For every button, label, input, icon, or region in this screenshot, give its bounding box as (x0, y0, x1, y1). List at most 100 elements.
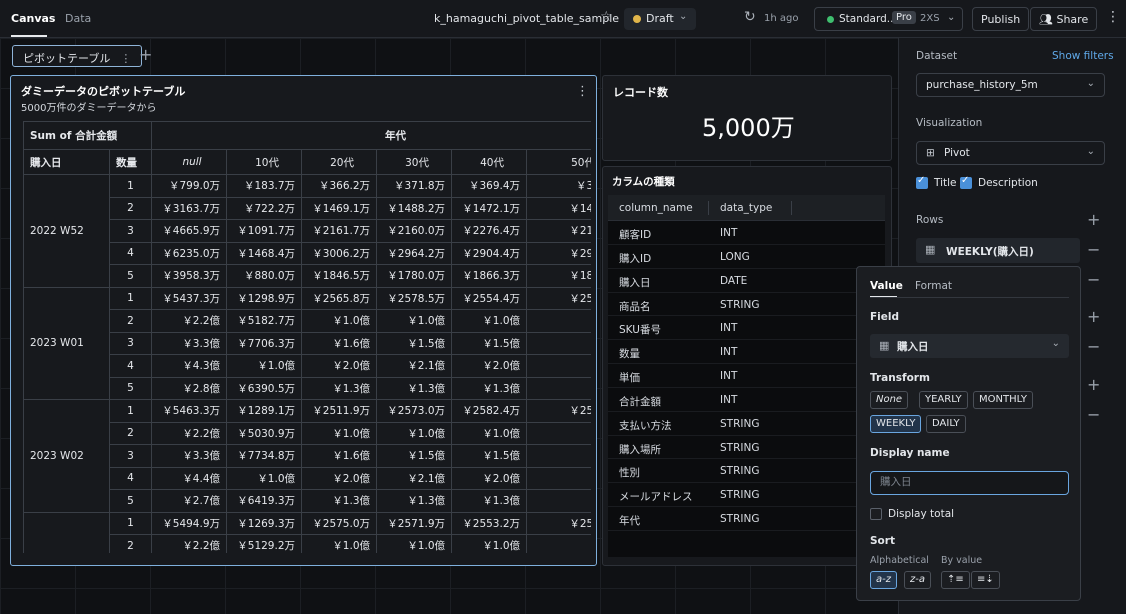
pivot-value-cell: ￥1472.1万 (451, 196, 528, 220)
publish-button[interactable]: Publish (972, 7, 1030, 31)
sort-descending-icon[interactable]: ≡⇣ (971, 571, 1000, 589)
add-page-icon[interactable]: + (139, 45, 152, 64)
share-button[interactable]: 👥︎ Share (1030, 7, 1098, 31)
field-select[interactable]: ▦ 購入日 ⌄ (870, 334, 1069, 358)
chevron-down-icon: ⌄ (947, 12, 956, 23)
pivot-value-cell: ￥6419.3万 (226, 489, 303, 513)
pivot-value-cell: ￥2.0億 (451, 354, 528, 378)
show-filters-link[interactable]: Show filters (1052, 50, 1114, 62)
kebab-icon[interactable]: ⋮ (120, 52, 131, 65)
pivot-value-cell: ￥3.3億 (151, 331, 228, 355)
remove-column-icon[interactable]: − (1087, 337, 1100, 356)
transform-daily[interactable]: DAILY (926, 415, 966, 433)
pivot-value-cell: ￥2.0億 (451, 466, 528, 490)
pivot-value-cell: ￥2535.3万 (526, 399, 591, 423)
pivot-value-cell: ￥2904.4万 (451, 241, 528, 265)
sort-ascending-icon[interactable]: ⇡≡ (941, 571, 970, 589)
pivot-value-cell: ￥1.0億 (376, 309, 453, 333)
remove-value-icon[interactable]: − (1087, 405, 1100, 424)
star-icon[interactable]: ☆ (600, 9, 613, 25)
transform-yearly[interactable]: YEARLY (919, 391, 968, 409)
chevron-down-icon: ⌄ (1086, 78, 1095, 89)
column-name-cell: 性別 (619, 467, 640, 480)
pivot-column-header: 40代 (451, 149, 528, 175)
column-name-cell: 購入ID (619, 252, 652, 265)
visualization-value: Pivot (944, 147, 970, 159)
remove-row-icon[interactable]: − (1087, 240, 1100, 259)
pivot-column-header: 20代 (301, 149, 378, 175)
pivot-value-cell: ￥1.3億 (526, 376, 591, 400)
pivot-qty-cell: 2 (108, 196, 153, 220)
more-options-icon[interactable]: ⋮ (1106, 9, 1120, 25)
pivot-row: 3￥3.3億￥7706.3万￥1.6億￥1.5億￥1.5億￥1.5億 (24, 331, 591, 355)
table-row: 単価 INT (608, 364, 885, 388)
row-header-qty: 数量 (108, 149, 153, 175)
pivot-value-cell: ￥183.7万 (226, 174, 303, 198)
pivot-value-cell: ￥4.4億 (151, 466, 228, 490)
tab-data[interactable]: Data (65, 12, 91, 25)
column-types-header-row: column_name data_type (608, 195, 885, 221)
warehouse-status-dot (827, 16, 834, 23)
warehouse-selector[interactable]: Standard... Pro 2XS ⌄ (814, 7, 963, 31)
pivot-value-cell: ￥2571.9万 (376, 511, 453, 535)
visualization-select[interactable]: ⊞ Pivot ⌄ (916, 141, 1105, 165)
display-name-input[interactable] (880, 476, 1060, 488)
data-type-cell: INT (720, 370, 738, 383)
tab-value[interactable]: Value (870, 280, 903, 292)
pivot-row: 2023 W02 1 ￥5463.3万 ￥1289.1万 ￥2511.9万 ￥2573.0… (23, 399, 591, 513)
pivot-value-cell: ￥722.2万 (226, 196, 303, 220)
data-type-cell: LONG (720, 250, 750, 263)
row-field-item[interactable]: ▦ WEEKLY(購入日) (916, 238, 1080, 263)
pivot-value-cell: ￥1480.5万 (526, 196, 591, 220)
field-label: Field (870, 311, 900, 323)
tab-canvas[interactable]: Canvas (11, 12, 55, 25)
page-tab-pivot[interactable]: ピボットテーブル ⋮ (12, 45, 143, 67)
transform-none[interactable]: None (870, 391, 909, 409)
column-name-cell: 購入場所 (619, 443, 661, 456)
dashboard-title[interactable]: k_hamaguchi_pivot_table_sample (434, 12, 619, 25)
chevron-down-icon: ⌄ (679, 11, 688, 22)
add-value-icon[interactable]: + (1087, 375, 1100, 394)
table-row: 数量 INT (608, 340, 885, 365)
remove-field-icon[interactable]: − (1087, 270, 1100, 289)
pivot-qty-cell: 2 (108, 421, 153, 445)
data-type-cell: STRING (720, 465, 760, 478)
pivot-value-cell: ￥1298.9万 (226, 286, 303, 310)
sort-za-button[interactable]: z-a (904, 571, 931, 589)
draft-status-dropdown[interactable]: Draft ⌄ (624, 8, 696, 30)
column-name-cell: 商品名 (619, 300, 651, 313)
data-type-cell: INT (720, 322, 738, 335)
pivot-value-cell: ￥2582.4万 (451, 399, 528, 423)
pivot-value-cell: ￥1.0億 (451, 309, 528, 333)
pivot-value-cell: ￥1091.7万 (226, 219, 303, 243)
pivot-value-cell: ￥3163.7万 (151, 196, 228, 220)
description-checkbox[interactable] (960, 175, 972, 189)
pivot-column-group-header: 年代 (151, 121, 591, 150)
pivot-value-cell: ￥1469.1万 (301, 196, 378, 220)
add-column-icon[interactable]: + (1087, 307, 1100, 326)
refresh-icon[interactable]: ↻ (744, 9, 756, 25)
pivot-value-cell: ￥2.1億 (376, 466, 453, 490)
chevron-down-icon: ⌄ (1051, 338, 1060, 349)
transform-weekly[interactable]: WEEKLY (870, 415, 922, 433)
pivot-row: 5 ￥3958.3万 ￥880.0万 ￥1846.5万 ￥1780.0万 ￥1866.3万… (24, 264, 591, 288)
data-type-cell: STRING (720, 298, 760, 311)
sort-az-button[interactable]: a-z (870, 571, 897, 589)
pivot-qty-cell: 4 (108, 354, 153, 378)
transform-monthly[interactable]: MONTHLY (973, 391, 1033, 409)
pivot-value-cell: ￥1.0億 (451, 534, 528, 553)
dataset-select[interactable]: purchase_history_5m ⌄ (916, 73, 1105, 97)
pivot-value-cell: ￥2525.1万 (526, 286, 591, 310)
pivot-value-cell: ￥372.1万 (526, 174, 591, 198)
pivot-value-cell: ￥2160.0万 (376, 219, 453, 243)
tab-format[interactable]: Format (915, 280, 952, 292)
pivot-value-cell: ￥1.3億 (376, 376, 453, 400)
pivot-value-cell: ￥2553.2万 (451, 511, 528, 535)
display-name-field[interactable] (870, 471, 1069, 495)
title-checkbox[interactable] (916, 175, 928, 189)
column-name-cell: 単価 (619, 372, 640, 385)
display-total-checkbox[interactable] (870, 508, 882, 520)
pivot-value-cell: ￥2.8億 (151, 376, 228, 400)
add-row-icon[interactable]: + (1087, 210, 1100, 229)
widget-menu-icon[interactable]: ⋮ (576, 84, 589, 99)
